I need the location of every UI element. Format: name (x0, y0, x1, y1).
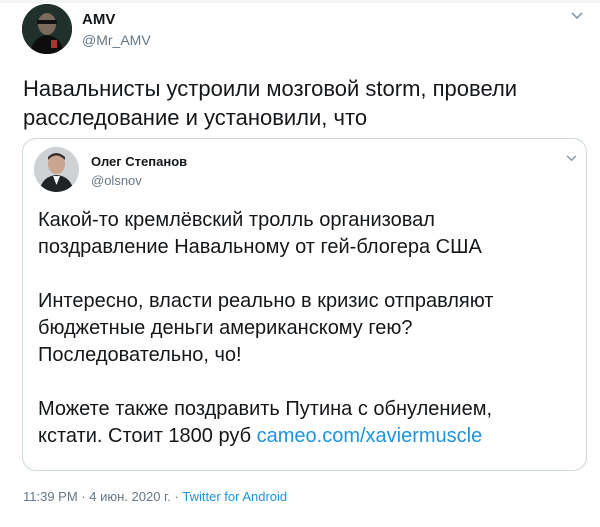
quoted-line: Последовательно, чо! (38, 344, 242, 366)
chevron-down-icon (566, 154, 576, 161)
quoted-author-avatar[interactable] (34, 147, 79, 192)
quoted-line: поздравление Навальному от гей-блогера С… (38, 236, 482, 258)
tweet-date[interactable]: 4 июн. 2020 г. (89, 489, 171, 504)
tweet: AMV @Mr_AMV Навальнисты устроили мозгово… (0, 0, 600, 527)
meta-separator: · (77, 489, 90, 504)
quoted-author-name[interactable]: Олег Степанов (91, 154, 187, 169)
quoted-line: Какой-то кремлёвский тролль организовал (38, 209, 435, 231)
meta-separator: · (170, 489, 183, 504)
tweet-menu-button[interactable] (567, 6, 587, 26)
tweet-source-link[interactable]: Twitter for Android (182, 489, 287, 504)
author-avatar[interactable] (22, 4, 72, 54)
quoted-line: Интересно, власти реально в кризис отпра… (38, 290, 494, 312)
quoted-last-line: кстати. Стоит 1800 руб cameo.com/xavierm… (38, 423, 578, 450)
quoted-menu-button[interactable] (563, 150, 579, 166)
quoted-author-handle[interactable]: @olsnov (91, 173, 142, 188)
user-avatar-icon (34, 147, 79, 192)
quoted-tweet-text: Какой-то кремлёвский тролль организовал … (38, 207, 578, 450)
cameo-link[interactable]: cameo.com/xaviermuscle (257, 425, 483, 447)
tweet-time[interactable]: 11:39 PM (23, 489, 78, 504)
quoted-line-text: кстати. Стоит 1800 руб (38, 425, 257, 447)
quoted-paragraph-2: Интересно, власти реально в кризис отпра… (38, 288, 578, 369)
user-avatar-icon (22, 4, 72, 54)
quoted-line: Можете также поздравить Путина с обнулен… (38, 398, 493, 420)
tweet-meta: 11:39 PM · 4 июн. 2020 г. · Twitter for … (23, 489, 287, 504)
author-name[interactable]: AMV (82, 11, 115, 28)
tweet-text: Навальнисты устроили мозговой storm, про… (23, 76, 518, 130)
quoted-line: бюджетные деньги американскому гею? (38, 317, 413, 339)
quoted-paragraph-3: Можете также поздравить Путина с обнулен… (38, 396, 578, 450)
chevron-down-icon (571, 12, 583, 20)
quoted-paragraph-1: Какой-то кремлёвский тролль организовал … (38, 207, 578, 261)
author-handle[interactable]: @Mr_AMV (82, 32, 151, 48)
quoted-tweet[interactable]: Олег Степанов @olsnov Какой-то кремлёвск… (22, 138, 587, 471)
